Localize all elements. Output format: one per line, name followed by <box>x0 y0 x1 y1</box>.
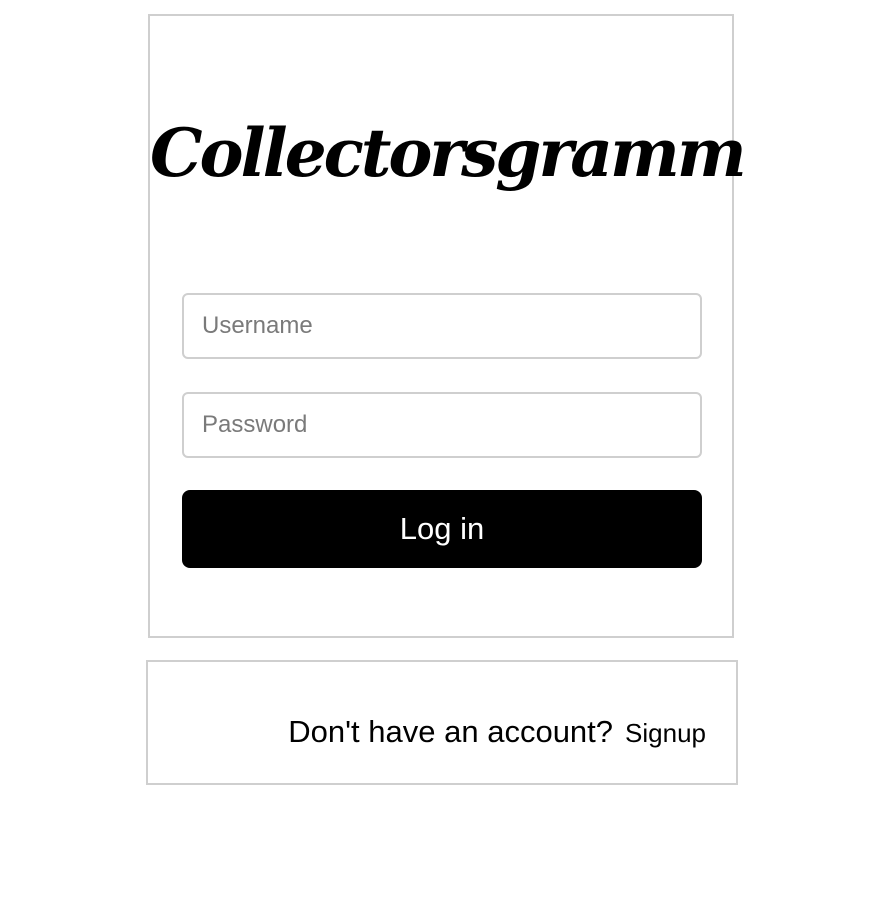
signup-row: Don't have an account? Signup <box>288 714 706 750</box>
signup-link[interactable]: Signup <box>625 718 706 749</box>
signup-card: Don't have an account? Signup <box>146 660 738 785</box>
username-input[interactable] <box>182 293 702 359</box>
signup-prompt: Don't have an account? <box>288 714 614 749</box>
brand-logo: Collectorsgramm <box>150 114 747 192</box>
password-input[interactable] <box>182 392 702 458</box>
login-card: Collectorsgramm Log in <box>148 14 747 638</box>
login-button[interactable]: Log in <box>182 490 702 568</box>
